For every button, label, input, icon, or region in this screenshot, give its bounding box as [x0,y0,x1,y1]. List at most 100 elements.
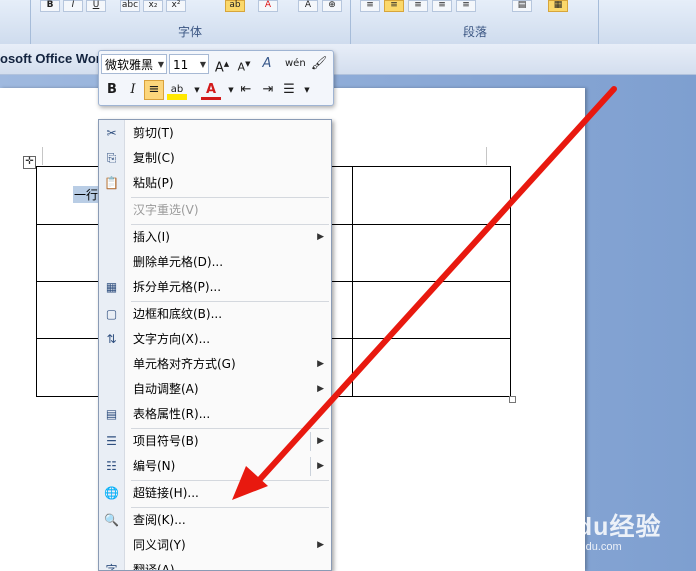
hyperlink-icon: 🌐 [104,486,119,500]
outdent-icon: ⇤ [240,82,252,97]
bold-button[interactable]: B [102,80,122,100]
menu-item-13[interactable]: ☷ 编号(N) ▶ [99,454,331,479]
align-center-button[interactable]: ≡ [144,80,164,100]
menu-item-label: 边框和底纹(B)... [133,307,223,321]
ribbon-justify-button[interactable]: ≡ [432,0,452,12]
ribbon-char-shading-button[interactable]: A [298,0,318,12]
menu-item-1[interactable]: ⎘ 复制(C) [99,146,331,171]
ribbon-shading-button[interactable]: ▤ [512,0,532,12]
bullets-button[interactable]: ☰ [279,80,299,100]
ribbon-highlight-button[interactable]: ab [225,0,245,12]
phonetic-guide-button[interactable]: wén [285,54,306,74]
ribbon-bold-button[interactable]: B [40,0,60,12]
table-move-handle[interactable]: ✛ [23,156,36,169]
ribbon-group-paragraph: ≡ ≡ ≡ ≡ ≡ ▤ ▦ 段落 [352,0,599,44]
ribbon-align-center-button[interactable]: ≡ [384,0,404,12]
font-color-button[interactable]: A [201,80,221,100]
italic-button[interactable]: I [123,80,143,100]
ribbon: B I U abc x₂ x² ab A A ⊕ 字体 ≡ ≡ ≡ ≡ ≡ ▤ … [0,0,696,45]
ribbon-enclose-char-button[interactable]: ⊕ [322,0,342,12]
menu-item-5[interactable]: 删除单元格(D)... [99,250,331,275]
italic-icon: I [130,82,136,97]
mini-toolbar: 微软雅黑 ▼ 11 ▼ A▲ A▼ A wén 🖌 B I ≡ ab ▼ A ▼… [98,50,334,106]
ribbon-underline-button[interactable]: U [86,0,106,12]
phonetic-icon: wén [285,58,306,69]
menu-item-12[interactable]: ☰ 项目符号(B) ▶ [99,429,331,454]
menu-item-label: 自动调整(A) [133,382,199,396]
bullets-icon: ☰ [106,434,117,448]
highlighter-icon: ab [170,84,184,95]
menu-item-label: 编号(N) [133,459,176,473]
borders-icon: ▢ [105,307,118,321]
grow-font-button[interactable]: A▲ [212,54,232,75]
menu-item-8[interactable]: ⇅ 文字方向(X)... [99,327,331,352]
menu-item-label: 拆分单元格(P)... [133,280,222,294]
table-resize-handle[interactable] [509,396,516,403]
bullets-dropdown[interactable]: ▼ [297,80,317,100]
highlight-button[interactable]: ab [167,80,187,100]
baidu-watermark: Baidu经验 jingyan.baidu.com [533,507,661,553]
ribbon-border-button[interactable]: ▦ [548,0,568,12]
ribbon-align-right-button[interactable]: ≡ [408,0,428,12]
font-size-value: 11 [173,58,189,72]
bullets-icon: ☰ [283,82,295,97]
submenu-arrow-icon: ▶ [317,384,324,394]
format-painter-button[interactable]: 🖌 [309,54,329,74]
menu-item-10[interactable]: 自动调整(A) ▶ [99,377,331,402]
ribbon-align-left-button[interactable]: ≡ [360,0,380,12]
menu-item-label: 翻译(A) [133,563,175,571]
menu-item-label: 剪切(T) [133,126,174,140]
ribbon-subscript-button[interactable]: x₂ [143,0,163,12]
font-size-combo[interactable]: 11 ▼ [169,54,209,74]
ribbon-distribute-button[interactable]: ≡ [456,0,476,12]
paragraph-group-label: 段落 [462,25,487,39]
menu-item-label: 查阅(K)... [133,513,186,527]
menu-item-6[interactable]: ▦ 拆分单元格(P)... [99,275,331,300]
ribbon-group-clipboard [0,0,31,44]
menu-item-11[interactable]: ▤ 表格属性(R)... [99,402,331,427]
chevron-down-icon: ▼ [157,60,164,69]
indent-icon: ⇥ [262,82,274,97]
align-center-icon: ≡ [148,82,160,97]
ribbon-group-font: B I U abc x₂ x² ab A A ⊕ 字体 [30,0,351,44]
translate-icon: 字 [105,563,118,571]
ribbon-font-color-button[interactable]: A [258,0,278,12]
watermark-url: jingyan.baidu.com [533,541,622,553]
menu-item-label: 文字方向(X)... [133,332,211,346]
ribbon-italic-button[interactable]: I [63,0,83,12]
paste-icon: 📋 [104,176,119,190]
menu-item-label: 汉字重选(V) [133,203,199,217]
menu-item-label: 表格属性(R)... [133,407,211,421]
numbering-icon: ☷ [106,459,117,473]
menu-item-4[interactable]: 插入(I) ▶ [99,225,331,250]
menu-item-0[interactable]: ✂ 剪切(T) [99,121,331,146]
ribbon-strikethrough-button[interactable]: abc [120,0,140,12]
bold-icon: B [107,82,117,97]
styles-icon: A [262,56,272,71]
font-name-combo[interactable]: 微软雅黑 ▼ [101,54,167,74]
menu-item-9[interactable]: 单元格对齐方式(G) ▶ [99,352,331,377]
decrease-indent-button[interactable]: ⇤ [236,80,256,100]
menu-item-2[interactable]: 📋 粘贴(P) [99,171,331,196]
margin-mark-right [486,147,487,165]
split-divider [310,457,311,476]
paintbrush-icon: 🖌 [310,56,328,71]
menu-item-14[interactable]: 🌐 超链接(H)... [99,481,331,506]
styles-button[interactable]: A [257,54,277,74]
submenu-arrow-icon: ▶ [317,359,324,369]
font-group-label: 字体 [177,25,202,39]
menu-item-label: 单元格对齐方式(G) [133,357,236,371]
shrink-font-button[interactable]: A▼ [234,54,254,74]
submenu-arrow-icon: ▶ [317,540,324,550]
ribbon-superscript-button[interactable]: x² [166,0,186,12]
increase-indent-button[interactable]: ⇥ [258,80,278,100]
menu-item-15[interactable]: 🔍 查阅(K)... [99,508,331,533]
menu-item-7[interactable]: ▢ 边框和底纹(B)... [99,302,331,327]
menu-item-16[interactable]: 同义词(Y) ▶ [99,533,331,558]
table-cell-selected-text[interactable]: 一行 [73,186,100,203]
shrink-font-icon: A [237,60,246,74]
menu-item-label: 超链接(H)... [133,486,199,500]
font-color-icon: A [205,82,217,97]
split-cells-icon: ▦ [105,280,118,294]
menu-item-17[interactable]: 字 翻译(A) [99,558,331,571]
